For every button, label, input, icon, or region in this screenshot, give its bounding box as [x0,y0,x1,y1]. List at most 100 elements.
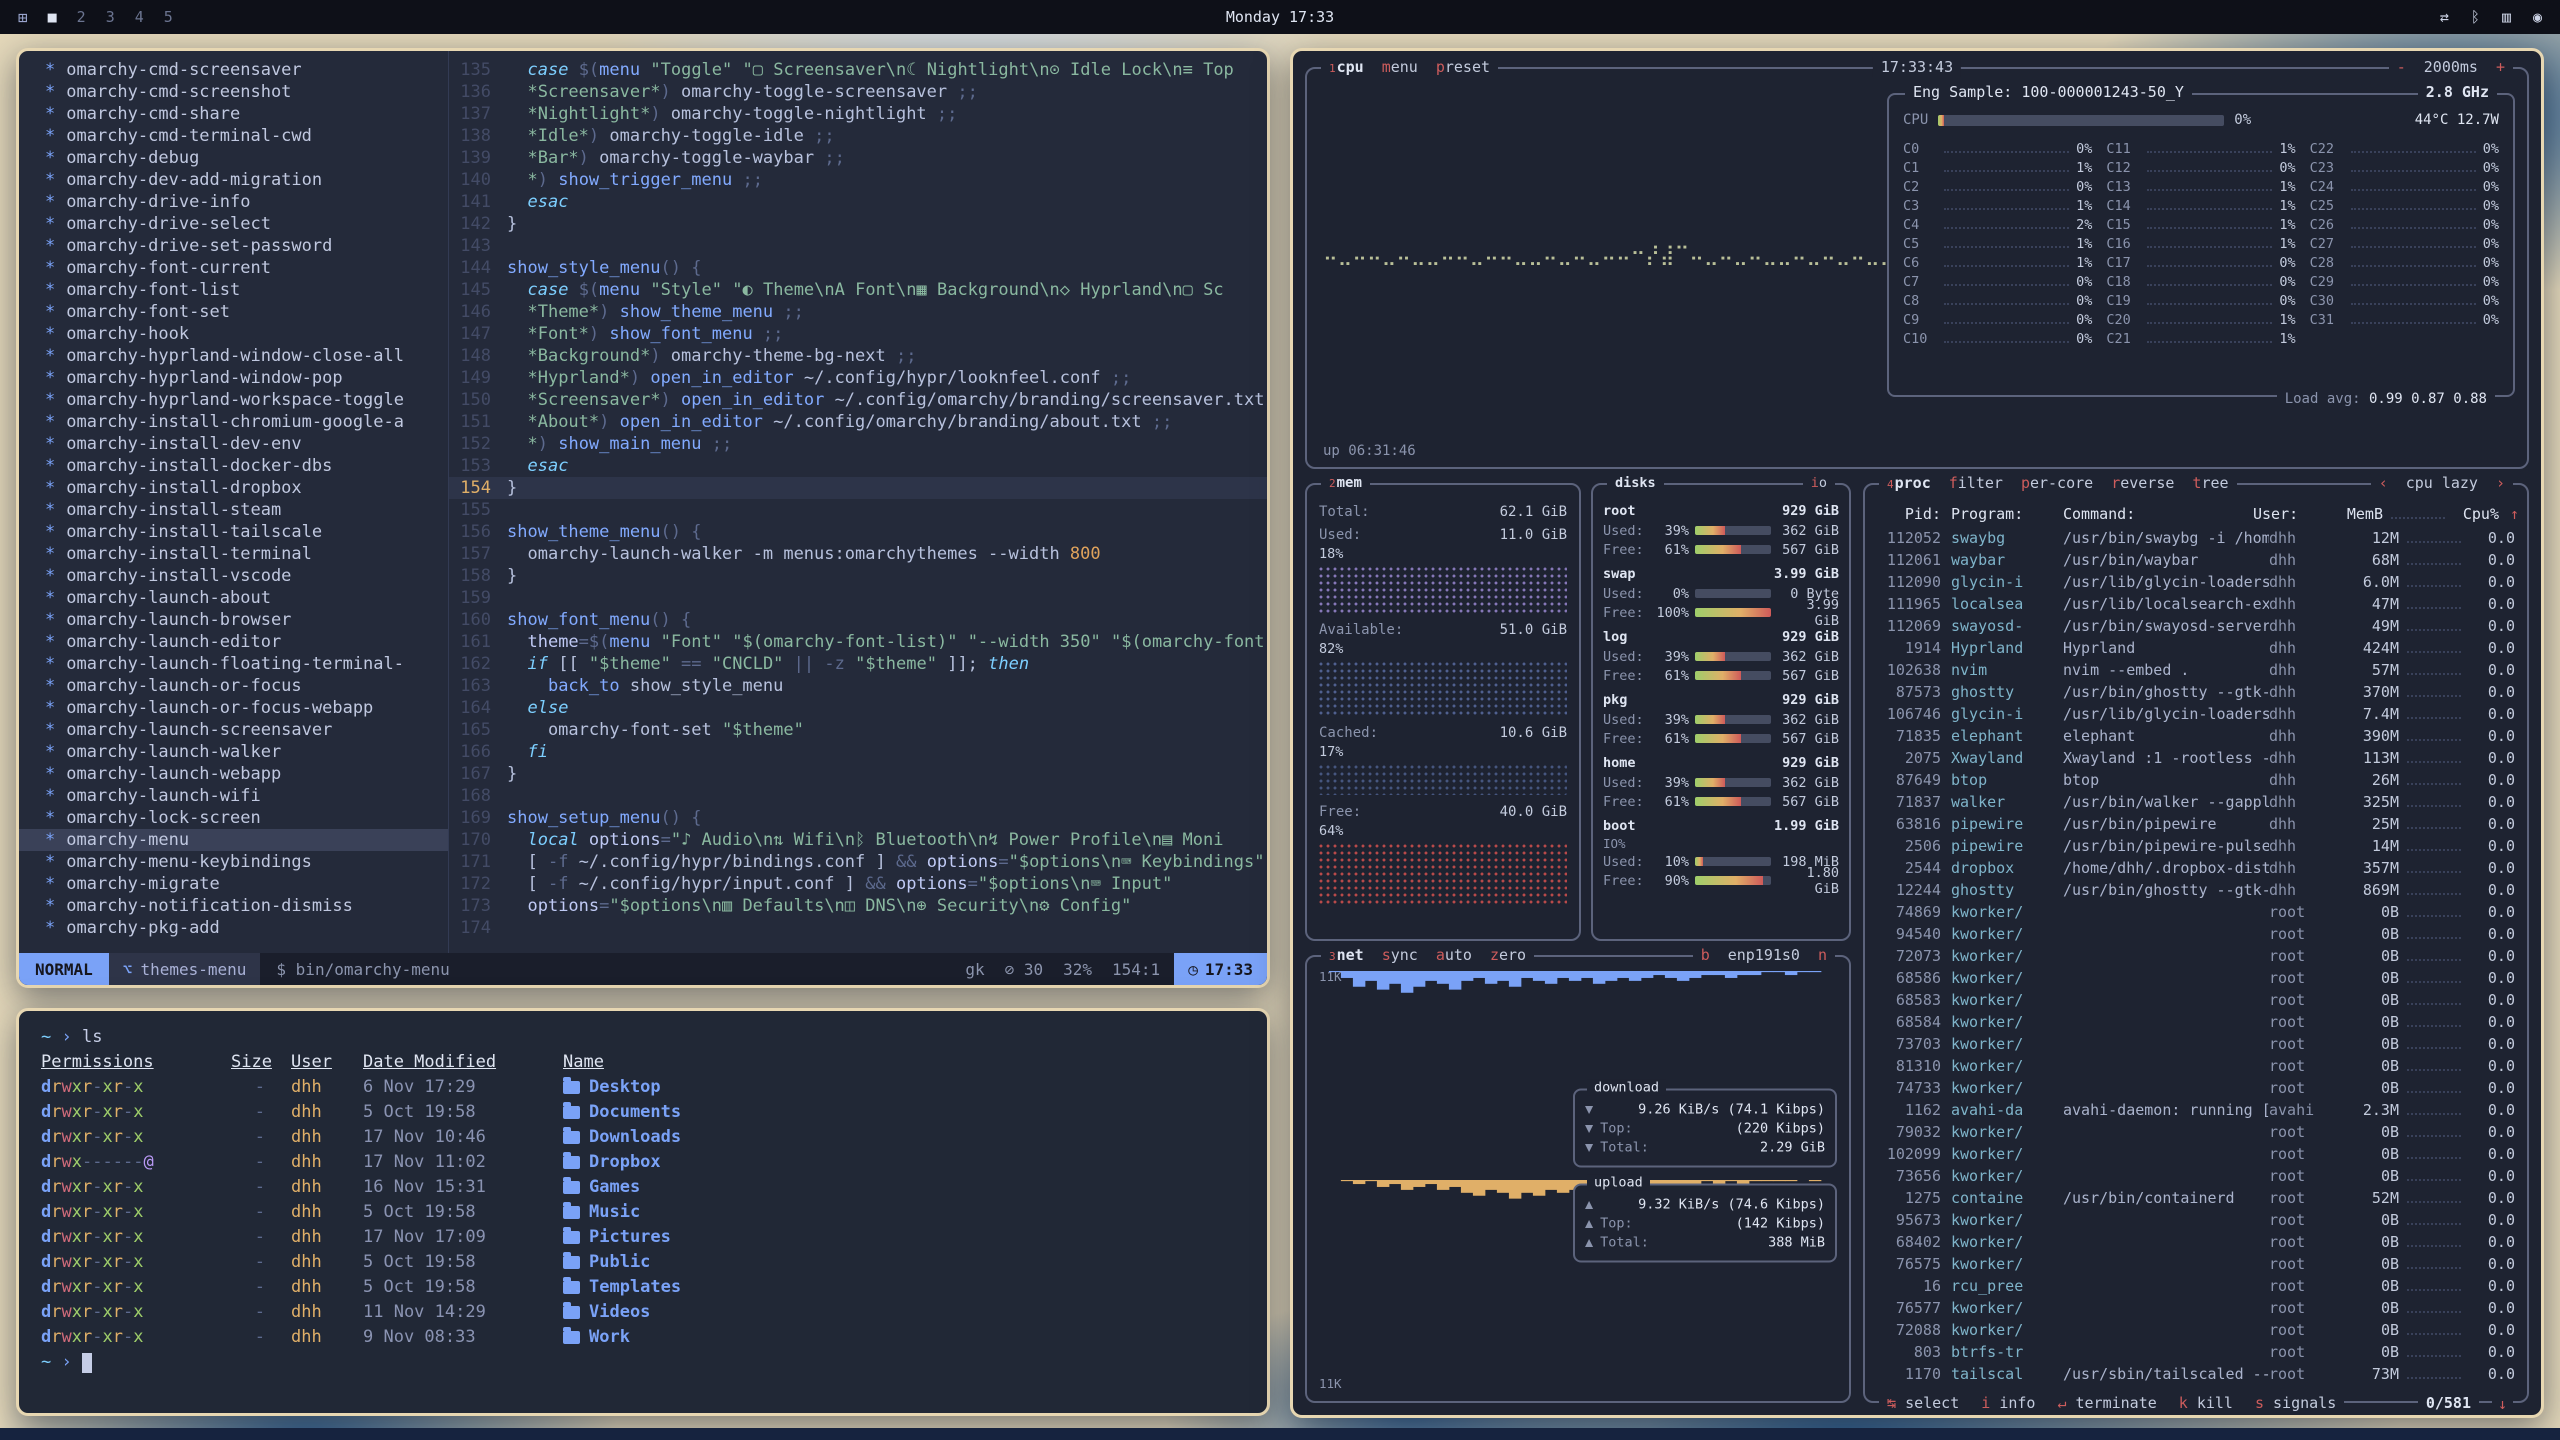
code-line[interactable]: 157 omarchy-launch-walker -m menus:omarc… [449,543,1267,565]
workspace-item-2[interactable]: 2 [77,8,86,26]
process-row[interactable]: 72088kworker/root0B0.0 [1873,1319,2519,1341]
code-line[interactable]: 151 *About*) open_in_editor ~/.config/om… [449,411,1267,433]
file-list-item[interactable]: *omarchy-launch-screensaver [19,719,448,741]
power-icon[interactable]: ◉ [2533,8,2542,26]
process-row[interactable]: 68583kworker/root0B0.0 [1873,989,2519,1011]
process-row[interactable]: 94540kworker/root0B0.0 [1873,923,2519,945]
proc-footer-terminate[interactable]: ↵ terminate [2057,1393,2156,1413]
file-list-item[interactable]: *omarchy-hyprland-workspace-toggle [19,389,448,411]
file-list-item[interactable]: *omarchy-cmd-screenshot [19,81,448,103]
ls-entry[interactable]: drwxr-xr-x-dhh11 Nov 14:29Videos [41,1300,1245,1325]
file-list-item[interactable]: *omarchy-hook [19,323,448,345]
ls-entry[interactable]: drwxr-xr-x-dhh16 Nov 15:31Games [41,1175,1245,1200]
file-list-item[interactable]: *omarchy-cmd-share [19,103,448,125]
iface-next-key[interactable]: n [1818,945,1827,965]
code-line[interactable]: 150 *Screensaver*) open_in_editor ~/.con… [449,389,1267,411]
process-row[interactable]: 79032kworker/root0B0.0 [1873,1121,2519,1143]
ls-entry[interactable]: drwxr-xr-x-dhh5 Oct 19:58Music [41,1200,1245,1225]
process-row[interactable]: 81310kworker/root0B0.0 [1873,1055,2519,1077]
code-line[interactable]: 163 back_to show_style_menu [449,675,1267,697]
ls-entry[interactable]: drwxr-xr-x-dhh6 Nov 17:29Desktop [41,1075,1245,1100]
proc-filter-button[interactable]: filter [1949,473,2003,493]
code-line[interactable]: 159 [449,587,1267,609]
process-row[interactable]: 87573ghostty/usr/bin/ghostty --gtk-dhh37… [1873,681,2519,703]
file-list-item[interactable]: *omarchy-install-dev-env [19,433,448,455]
process-row[interactable]: 1170tailscal/usr/sbin/tailscaled --root7… [1873,1363,2519,1385]
code-line[interactable]: 141 esac [449,191,1267,213]
code-line[interactable]: 174 [449,917,1267,939]
process-row[interactable]: 1162avahi-daavahi-daemon: running [avahi… [1873,1099,2519,1121]
proc-footer-signals[interactable]: s signals [2255,1393,2336,1413]
update-interval-control[interactable]: - 2000ms + [2389,57,2513,77]
code-line[interactable]: 137 *Nightlight*) omarchy-toggle-nightli… [449,103,1267,125]
file-list-item[interactable]: *omarchy-install-dropbox [19,477,448,499]
file-list-item[interactable]: *omarchy-install-docker-dbs [19,455,448,477]
code-line[interactable]: 169show_setup_menu() { [449,807,1267,829]
file-list-item[interactable]: *omarchy-install-steam [19,499,448,521]
file-list-item[interactable]: *omarchy-install-chromium-google-a [19,411,448,433]
process-row[interactable]: 16rcu_preeroot0B0.0 [1873,1275,2519,1297]
code-line[interactable]: 171 [ -f ~/.config/hypr/bindings.conf ] … [449,851,1267,873]
process-row[interactable]: 1914HyprlandHyprlanddhh424M0.0 [1873,637,2519,659]
iface-prev-key[interactable]: b [1701,945,1710,965]
file-list-item[interactable]: *omarchy-font-set [19,301,448,323]
omarchy-logo-icon[interactable]: ⊞ [18,8,28,27]
code-line[interactable]: 135 case $(menu "Toggle" "▢ Screensaver\… [449,59,1267,81]
file-list-item[interactable]: *omarchy-drive-select [19,213,448,235]
process-row[interactable]: 803btrfs-trroot0B0.0 [1873,1341,2519,1363]
file-list-item[interactable]: *omarchy-lock-screen [19,807,448,829]
proc-reverse-button[interactable]: reverse [2111,473,2174,493]
ls-entry[interactable]: drwx------@-dhh17 Nov 11:02Dropbox [41,1150,1245,1175]
sort-prev-icon[interactable]: ‹ [2379,473,2388,493]
process-row[interactable]: 12244ghostty/usr/bin/ghostty --gtk-dhh86… [1873,879,2519,901]
io-mode-toggle[interactable]: io [1803,473,1835,493]
ls-entry[interactable]: drwxr-xr-x-dhh5 Oct 19:58Templates [41,1275,1245,1300]
code-line[interactable]: 165 omarchy-font-set "$theme" [449,719,1267,741]
file-list-item[interactable]: *omarchy-menu [19,829,448,851]
process-table-header[interactable]: Pid: Program: Command: User: MemB Cpu% ↑ [1873,503,2519,525]
code-line[interactable]: 153 esac [449,455,1267,477]
process-row[interactable]: 68586kworker/root0B0.0 [1873,967,2519,989]
file-list-item[interactable]: *omarchy-cmd-screensaver [19,59,448,81]
workspace-item-5[interactable]: 5 [164,8,173,26]
net-zero-button[interactable]: zero [1490,945,1526,965]
code-line[interactable]: 154} [449,477,1267,499]
process-row[interactable]: 63816pipewire/usr/bin/pipewiredhh25M0.0 [1873,813,2519,835]
file-list-item[interactable]: *omarchy-font-current [19,257,448,279]
process-row[interactable]: 112052swaybg/usr/bin/swaybg -i /homdhh12… [1873,527,2519,549]
code-line[interactable]: 148 *Background*) omarchy-theme-bg-next … [449,345,1267,367]
file-list-item[interactable]: *omarchy-install-tailscale [19,521,448,543]
process-row[interactable]: 71837walker/usr/bin/walker --gappldhh325… [1873,791,2519,813]
code-line[interactable]: 170 local options="♪ Audio\n⇅ Wifi\nᛒ Bl… [449,829,1267,851]
process-row[interactable]: 95673kworker/root0B0.0 [1873,1209,2519,1231]
file-list-item[interactable]: *omarchy-install-vscode [19,565,448,587]
git-branch[interactable]: ⌥ themes-menu [109,953,261,985]
preset-button[interactable]: preset [1436,57,1490,77]
ls-entry[interactable]: drwxr-xr-x-dhh5 Oct 19:58Documents [41,1100,1245,1125]
proc-footer-kill[interactable]: k kill [2179,1393,2233,1413]
net-interface-switcher[interactable]: b enp191s0 n [1693,945,1835,965]
ls-entry[interactable]: drwxr-xr-x-dhh17 Nov 10:46Downloads [41,1125,1245,1150]
file-list-item[interactable]: *omarchy-notification-dismiss [19,895,448,917]
file-list-item[interactable]: *omarchy-drive-info [19,191,448,213]
file-list-item[interactable]: *omarchy-install-terminal [19,543,448,565]
code-line[interactable]: 147 *Font*) show_font_menu ;; [449,323,1267,345]
process-row[interactable]: 112090glycin-i/usr/lib/glycin-loadersdhh… [1873,571,2519,593]
code-line[interactable]: 146 *Theme*) show_theme_menu ;; [449,301,1267,323]
code-line[interactable]: 149 *Hyprland*) open_in_editor ~/.config… [449,367,1267,389]
process-row[interactable]: 2506pipewire/usr/bin/pipewire-pulsedhh14… [1873,835,2519,857]
net-sync-button[interactable]: sync [1382,945,1418,965]
code-line[interactable]: 164 else [449,697,1267,719]
ls-entry[interactable]: drwxr-xr-x-dhh17 Nov 17:09Pictures [41,1225,1245,1250]
process-row[interactable]: 111965localsea/usr/lib/localsearch-exdhh… [1873,593,2519,615]
file-list-item[interactable]: *omarchy-cmd-terminal-cwd [19,125,448,147]
process-row[interactable]: 72073kworker/root0B0.0 [1873,945,2519,967]
process-row[interactable]: 112061waybar/usr/bin/waybardhh68M0.0 [1873,549,2519,571]
code-line[interactable]: 144show_style_menu() { [449,257,1267,279]
process-row[interactable]: 2544dropbox/home/dhh/.dropbox-distdhh357… [1873,857,2519,879]
file-list-item[interactable]: *omarchy-launch-floating-terminal- [19,653,448,675]
file-list-item[interactable]: *omarchy-launch-browser [19,609,448,631]
bluetooth-icon[interactable]: ᛒ [2471,8,2480,26]
workspace-item-1[interactable]: ■ [48,8,57,26]
proc-footer-select[interactable]: ↹ select [1887,1393,1959,1413]
